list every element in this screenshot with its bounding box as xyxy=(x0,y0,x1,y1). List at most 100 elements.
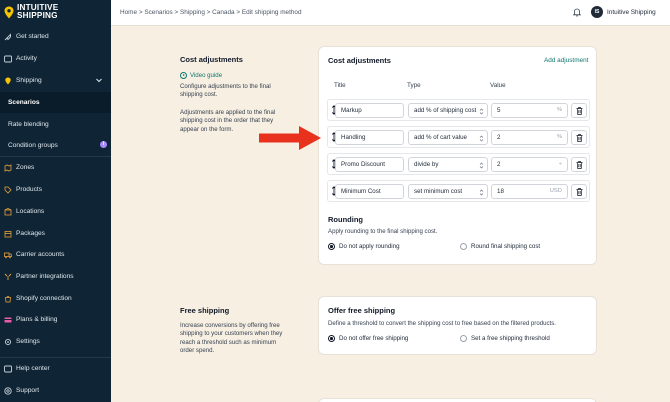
adjustment-row: Minimum Cost set minimum cost 18 USD xyxy=(327,180,590,202)
adjustment-type-select[interactable]: set minimum cost xyxy=(408,184,488,199)
adjustment-title-input[interactable]: Markup xyxy=(335,103,404,118)
sidebar-item-help-center[interactable]: Help center xyxy=(0,358,111,379)
section-title-cost-adjustments: Cost adjustments xyxy=(180,55,243,64)
adjustment-type-select[interactable]: add % of cart value xyxy=(408,130,488,145)
video-guide-link[interactable]: Video guide xyxy=(180,72,222,79)
adjustment-type-value: add % of shipping cost xyxy=(414,107,477,114)
pin-logo-icon xyxy=(4,6,14,19)
sidebar-item-packages[interactable]: Packages xyxy=(0,223,111,244)
sidebar-item-condition-groups[interactable]: Condition groups i xyxy=(0,135,111,156)
adjustment-value-input[interactable]: 5 % xyxy=(491,103,568,118)
shopify-icon xyxy=(4,295,12,303)
delete-adjustment-button[interactable] xyxy=(571,184,587,199)
radio-unchecked-icon xyxy=(460,243,467,250)
adjustment-value: 2 xyxy=(497,134,501,141)
sidebar-item-scenarios[interactable]: Scenarios xyxy=(0,92,111,113)
trash-icon xyxy=(576,107,583,115)
column-header-value: Value xyxy=(490,82,506,89)
rocket-icon xyxy=(4,32,12,41)
adjustment-row: Handling add % of cart value 2 % xyxy=(327,126,590,148)
adjustment-value: 2 xyxy=(497,161,501,168)
sidebar-item-zones[interactable]: Zones xyxy=(0,157,111,178)
sidebar-item-label: Packages xyxy=(16,230,45,237)
breadcrumb[interactable]: Home > Scenarios > Shipping > Canada > E… xyxy=(120,9,302,16)
delete-adjustment-button[interactable] xyxy=(571,103,587,118)
gear-icon xyxy=(4,338,12,346)
adjustment-unit: USD xyxy=(549,188,562,194)
radio-label: Do not offer free shipping xyxy=(339,335,409,342)
rounding-description: Apply rounding to the final shipping cos… xyxy=(328,228,438,235)
adjustment-unit: % xyxy=(556,107,562,113)
adjustment-value-input[interactable]: 2 ÷ xyxy=(491,157,568,172)
carrier-icon xyxy=(4,251,12,259)
sidebar-item-label: Zones xyxy=(16,164,35,171)
adjustment-value: 5 xyxy=(497,107,501,114)
help-icon xyxy=(4,365,12,373)
products-icon xyxy=(4,186,12,194)
sidebar-item-plans-billing[interactable]: Plans & billing xyxy=(0,309,111,330)
sidebar-item-partner-integrations[interactable]: Partner integrations xyxy=(0,266,111,287)
card-title: Cost adjustments xyxy=(328,56,391,65)
adjustment-title-input[interactable]: Handling xyxy=(335,130,404,145)
sidebar-item-label: Rate blending xyxy=(8,121,49,128)
cost-adjustments-description: Configure adjustments to the final shipp… xyxy=(180,83,271,99)
adjustment-type-select[interactable]: divide by xyxy=(408,157,488,172)
avatar[interactable]: IS xyxy=(591,6,603,18)
sidebar-item-shopify-connection[interactable]: Shopify connection xyxy=(0,288,111,309)
chevron-down-icon xyxy=(95,76,103,84)
adjustment-title-input[interactable]: Promo Discount xyxy=(335,157,404,172)
adjustment-row: Markup add % of shipping cost 5 % xyxy=(327,99,590,121)
sidebar-item-products[interactable]: Products xyxy=(0,179,111,200)
radio-free-shipping-threshold[interactable]: Set a free shipping threshold xyxy=(460,335,550,342)
select-arrows-icon xyxy=(479,161,484,169)
card-title: Offer free shipping xyxy=(328,306,396,315)
play-icon xyxy=(180,72,187,79)
adjustment-value-input[interactable]: 18 USD xyxy=(491,184,568,199)
annotation-arrow-icon xyxy=(259,126,321,150)
bell-icon[interactable] xyxy=(572,7,582,17)
sidebar-item-label: Activity xyxy=(16,55,37,62)
trash-icon xyxy=(576,161,583,169)
sidebar-item-label: Locations xyxy=(16,208,45,215)
sidebar-item-label: Products xyxy=(16,186,43,193)
free-shipping-description: Increase conversions by offering free sh… xyxy=(180,322,283,355)
sidebar-item-carrier-accounts[interactable]: Carrier accounts xyxy=(0,244,111,265)
adjustment-title-input[interactable]: Minimum Cost xyxy=(335,184,404,199)
sidebar-item-settings[interactable]: Settings xyxy=(0,331,111,352)
delete-adjustment-button[interactable] xyxy=(571,130,587,145)
sidebar-item-label: Support xyxy=(16,387,40,394)
radio-no-rounding[interactable]: Do not apply rounding xyxy=(328,243,400,250)
sidebar-item-support[interactable]: Support xyxy=(0,380,111,401)
select-arrows-icon xyxy=(479,107,484,115)
sidebar-item-activity[interactable]: Activity xyxy=(0,48,111,69)
select-arrows-icon xyxy=(479,188,484,196)
radio-unchecked-icon xyxy=(460,335,467,342)
sidebar-item-rate-blending[interactable]: Rate blending xyxy=(0,114,111,135)
adjustment-value-input[interactable]: 2 % xyxy=(491,130,568,145)
delete-adjustment-button[interactable] xyxy=(571,157,587,172)
adjustment-type-value: add % of cart value xyxy=(414,134,467,141)
next-card xyxy=(318,398,597,402)
radio-label: Set a free shipping threshold xyxy=(471,335,550,342)
trash-icon xyxy=(576,188,583,196)
top-bar: Home > Scenarios > Shipping > Canada > E… xyxy=(111,0,670,26)
sidebar-item-get-started[interactable]: Get started xyxy=(0,26,111,47)
locations-icon xyxy=(4,207,12,216)
adjustment-unit: % xyxy=(556,134,562,140)
activity-icon xyxy=(4,55,12,63)
rounding-title: Rounding xyxy=(328,215,363,224)
brand-logo[interactable]: INTUITIVE SHIPPING xyxy=(4,3,58,20)
radio-no-free-shipping[interactable]: Do not offer free shipping xyxy=(328,335,408,342)
radio-round-cost[interactable]: Round final shipping cost xyxy=(460,243,540,250)
support-icon xyxy=(4,386,12,395)
company-name[interactable]: Intuitive Shipping xyxy=(607,9,656,16)
sidebar-item-shipping[interactable]: Shipping xyxy=(0,70,111,91)
select-arrows-icon xyxy=(479,134,484,142)
video-guide-label: Video guide xyxy=(190,72,223,79)
sidebar-item-locations[interactable]: Locations xyxy=(0,201,111,222)
add-adjustment-link[interactable]: Add adjustment xyxy=(544,57,588,64)
adjustment-type-select[interactable]: add % of shipping cost xyxy=(408,103,488,118)
column-header-type: Type xyxy=(407,82,421,89)
shipping-icon xyxy=(4,77,12,85)
sidebar-item-label: Scenarios xyxy=(8,99,40,106)
